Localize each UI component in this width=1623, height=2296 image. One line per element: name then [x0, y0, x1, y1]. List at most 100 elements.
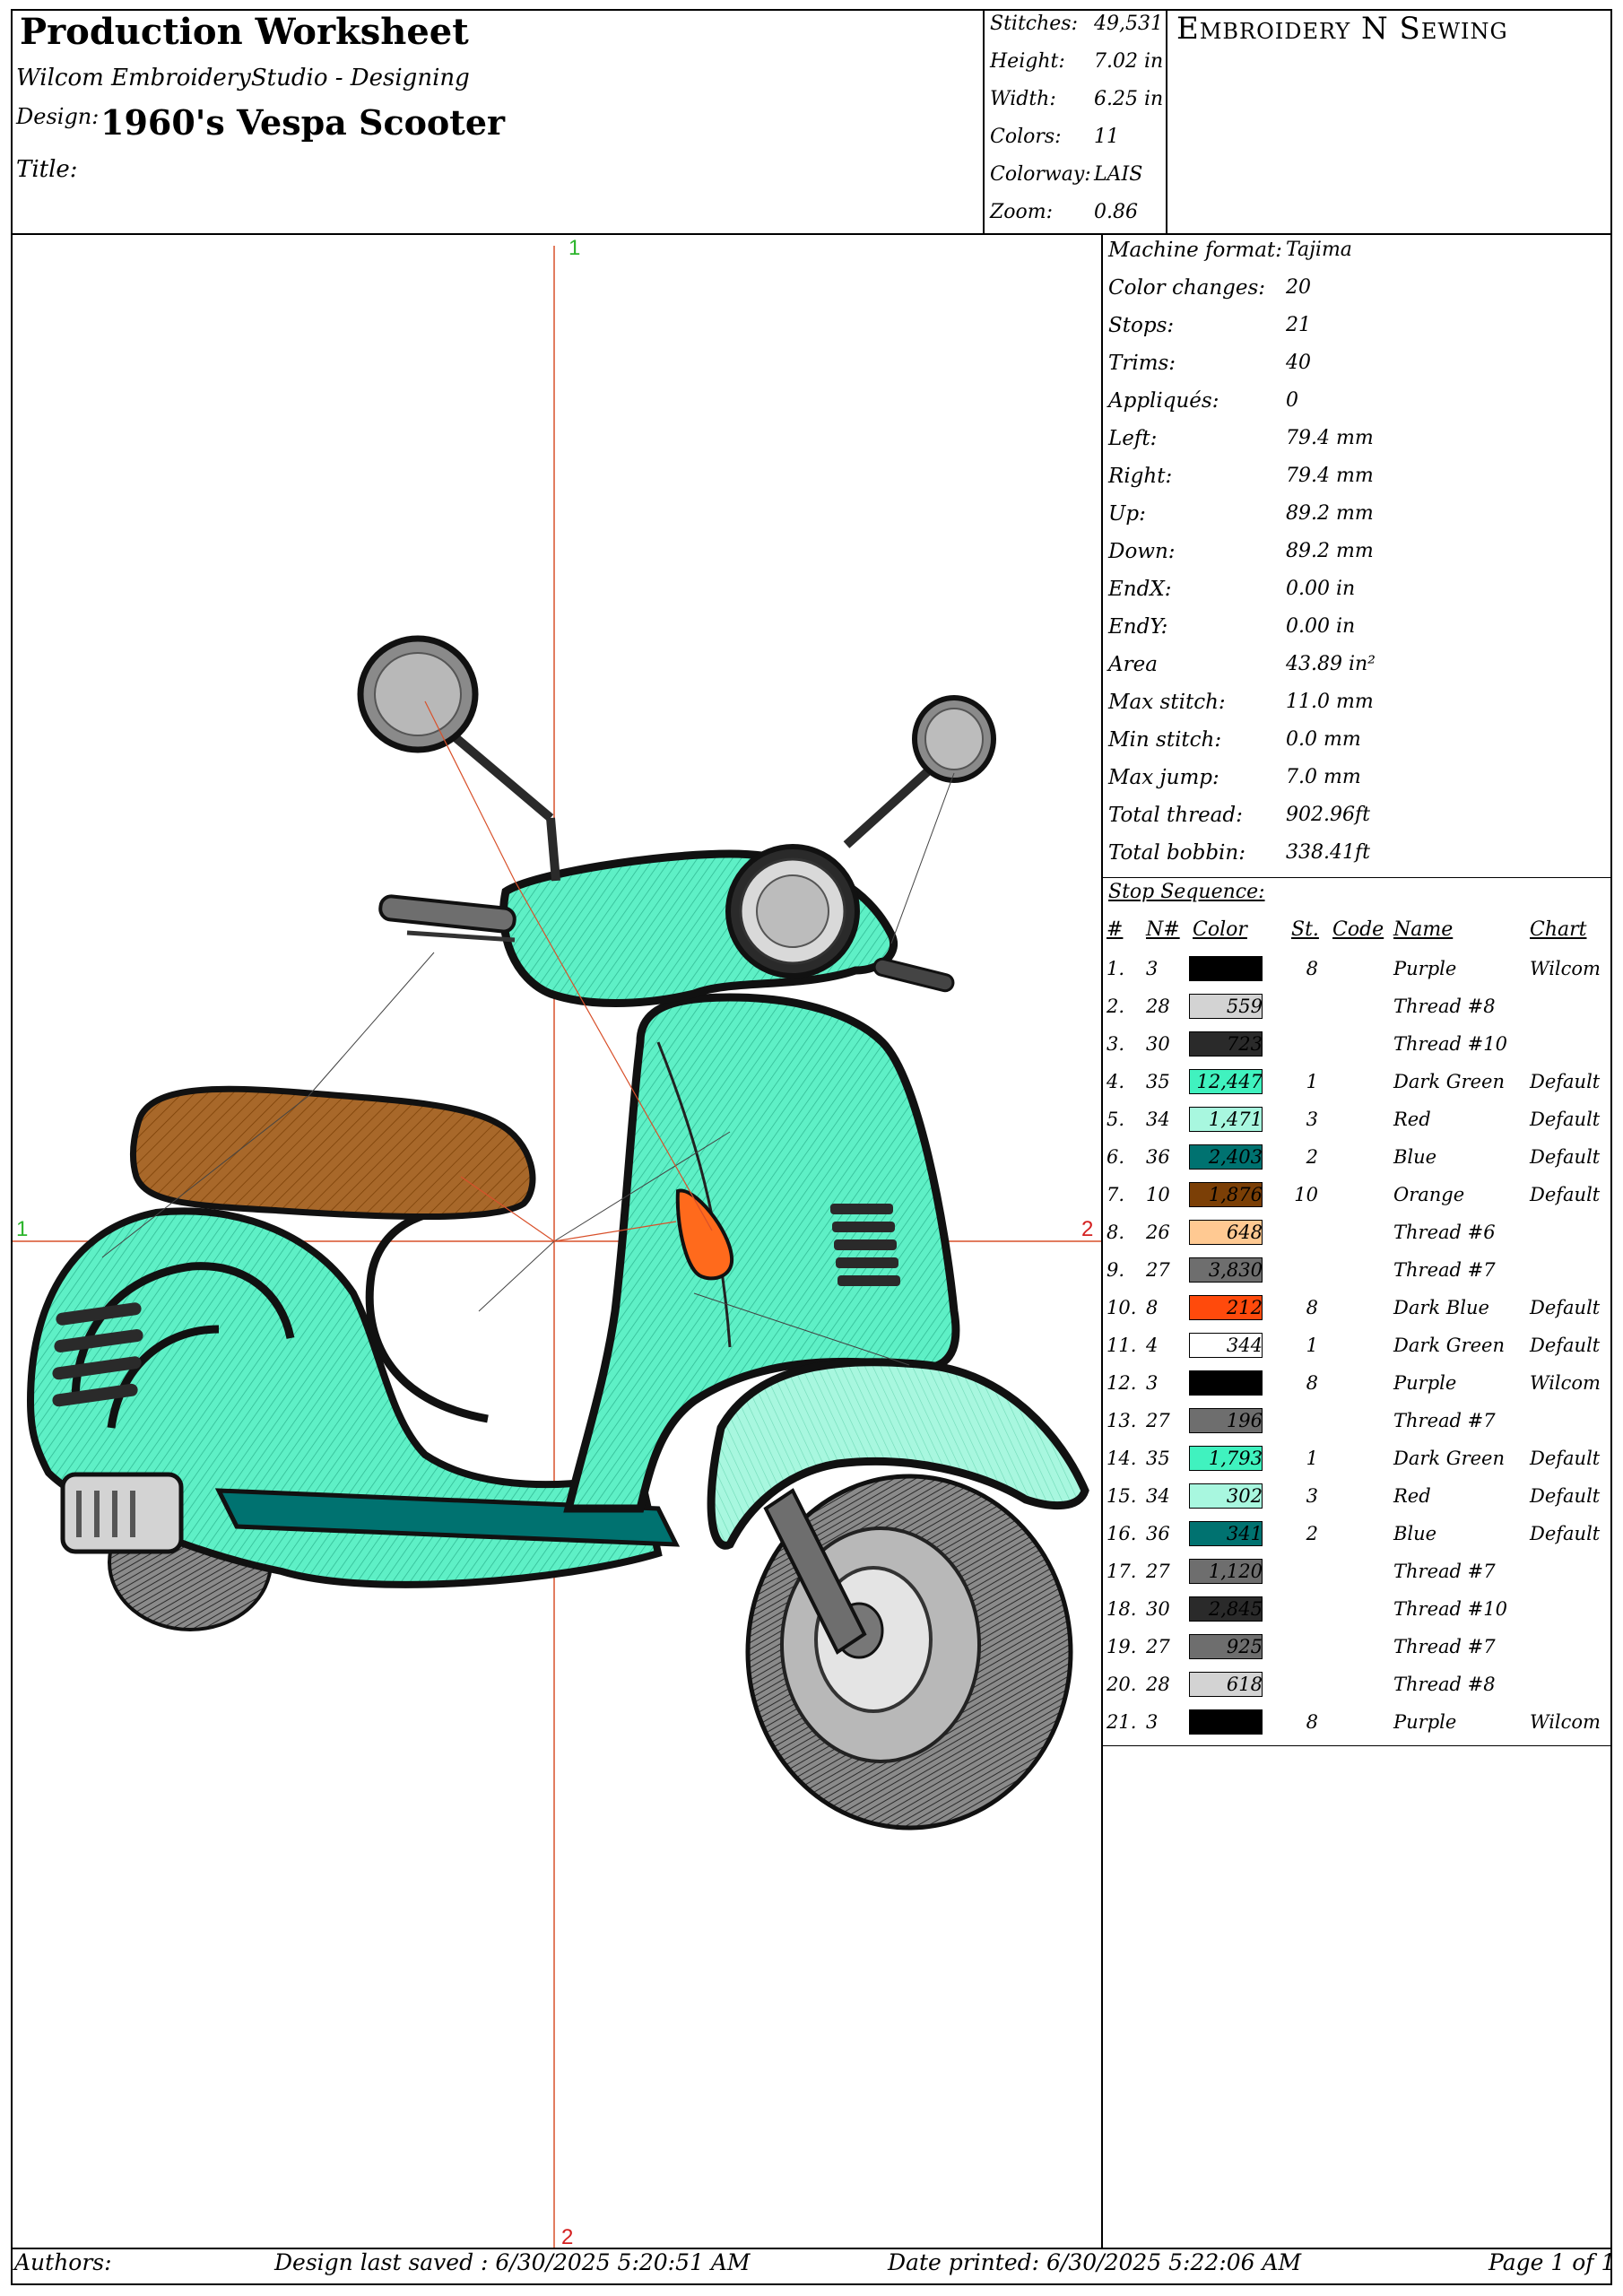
thread-name: Blue [1393, 1523, 1437, 1544]
row-number: 15. [1107, 1485, 1137, 1507]
stitch-count: 11,882 [1196, 1372, 1263, 1394]
stitch-count: 341 [1226, 1523, 1263, 1544]
stitch-count: 212 [1226, 1297, 1263, 1318]
machine-info-label: Max stitch: [1108, 691, 1226, 714]
machine-info-rule [1103, 877, 1612, 878]
stitch-count: 1,793 [1208, 1448, 1263, 1469]
machine-info-label: Max jump: [1108, 766, 1219, 789]
row-number: 5. [1107, 1109, 1125, 1130]
needle-number: 27 [1146, 1636, 1170, 1657]
footer-last-saved: Design last saved : 6/30/2025 5:20:51 AM [274, 2249, 751, 2275]
machine-info-label: Trims: [1108, 352, 1176, 375]
machine-info-label: Color changes: [1108, 276, 1266, 300]
row-number: 3. [1107, 1033, 1125, 1055]
thread-name: Dark Blue [1393, 1297, 1489, 1318]
row-number: 16. [1107, 1523, 1137, 1544]
needle-number: 27 [1146, 1259, 1170, 1281]
needle-number: 27 [1146, 1561, 1170, 1582]
design-name: 1960's Vespa Scooter [100, 102, 506, 143]
row-number: 4. [1107, 1071, 1125, 1092]
stop-sequence-row: 14. 35 1,793 1 Dark Green Default [1103, 1440, 1614, 1476]
needle-number: 34 [1146, 1485, 1170, 1507]
stop-sequence-row: 19. 27 925 Thread #7 [1103, 1629, 1614, 1665]
stat-value: 7.02 in [1094, 50, 1164, 73]
stitch-count: 3,230 [1208, 1711, 1263, 1733]
row-number: 17. [1107, 1561, 1137, 1582]
color-code: 8 [1306, 1297, 1318, 1318]
machine-info-value: 0.00 in [1286, 615, 1356, 638]
needle-number: 3 [1146, 1711, 1159, 1733]
color-code: 8 [1306, 958, 1318, 979]
stitch-count: 1,120 [1208, 1561, 1263, 1582]
stat-label: Zoom: [990, 201, 1054, 223]
stitch-count: 1,876 [1208, 1184, 1263, 1205]
seat [129, 1085, 536, 1221]
title-label: Title: [16, 156, 78, 183]
thread-chart: Default [1530, 1184, 1601, 1205]
stat-label: Colors: [990, 126, 1062, 148]
machine-info-value: Tajima [1286, 239, 1352, 261]
machine-info-value: 79.4 mm [1286, 427, 1374, 449]
color-code: 1 [1306, 1071, 1318, 1092]
stitch-count: 925 [1226, 1636, 1263, 1657]
machine-info-label: Area [1108, 653, 1158, 676]
stitch-count: 1,764 [1208, 958, 1263, 979]
machine-info-label: Appliqués: [1108, 389, 1219, 413]
machine-info-label: Machine format: [1108, 239, 1282, 262]
row-number: 1. [1107, 958, 1125, 979]
machine-info-value: 79.4 mm [1286, 465, 1374, 487]
stop-sequence-row: 4. 35 12,447 1 Dark Green Default [1103, 1064, 1614, 1100]
needle-number: 28 [1146, 996, 1170, 1017]
machine-info-value: 11.0 mm [1286, 691, 1374, 713]
left-mirror-stem-lower [546, 817, 560, 882]
color-code: 2 [1306, 1523, 1318, 1544]
brake-lever [406, 930, 516, 943]
thread-chart: Default [1530, 1335, 1601, 1356]
row-number: 13. [1107, 1410, 1137, 1431]
thread-name: Purple [1393, 958, 1457, 979]
thread-name: Thread #6 [1393, 1222, 1496, 1243]
stat-label: Width: [990, 88, 1056, 110]
machine-info-label: EndX: [1108, 578, 1172, 601]
stat-label: Height: [990, 50, 1065, 73]
row-number: 18. [1107, 1598, 1137, 1620]
stop-sequence-row: 17. 27 1,120 Thread #7 [1103, 1553, 1614, 1589]
stitch-count: 618 [1226, 1674, 1263, 1695]
needle-number: 36 [1146, 1523, 1170, 1544]
stat-value: 6.25 in [1094, 88, 1164, 110]
thread-chart: Default [1530, 1297, 1601, 1318]
thread-name: Thread #7 [1393, 1410, 1496, 1431]
needle-number: 30 [1146, 1598, 1170, 1620]
row-number: 11. [1107, 1335, 1137, 1356]
thread-chart: Wilcom [1530, 958, 1601, 979]
stat-value: LAIS [1094, 163, 1143, 186]
needle-number: 3 [1146, 958, 1159, 979]
machine-info-label: Left: [1108, 427, 1158, 450]
col-header-code: Code [1332, 918, 1384, 941]
row-number: 8. [1107, 1222, 1125, 1243]
stop-sequence-row: 11. 4 344 1 Dark Green Default [1103, 1327, 1614, 1363]
thread-chart: Default [1530, 1485, 1601, 1507]
stat-label: Stitches: [990, 13, 1079, 35]
machine-info-value: 43.89 in² [1286, 653, 1376, 675]
left-grip [378, 894, 516, 934]
thread-name: Thread #8 [1393, 1674, 1496, 1695]
color-code: 1 [1306, 1448, 1318, 1469]
machine-info-label: Up: [1108, 502, 1146, 526]
footer-rule [11, 2248, 1612, 2249]
row-number: 6. [1107, 1146, 1125, 1168]
color-code: 10 [1294, 1184, 1318, 1205]
axis-label-top: 1 [568, 236, 580, 260]
row-number: 10. [1107, 1297, 1137, 1318]
thread-chart: Wilcom [1530, 1711, 1601, 1733]
machine-info-label: Down: [1108, 540, 1176, 563]
footer-page-number: Page 1 of 1 [1488, 2249, 1616, 2275]
software-name: Wilcom EmbroideryStudio - Designing [16, 65, 470, 91]
machine-info-value: 0.0 mm [1286, 728, 1361, 751]
thread-name: Dark Green [1393, 1071, 1505, 1092]
stop-sequence-row: 5. 34 1,471 3 Red Default [1103, 1101, 1614, 1137]
machine-info-label: Total bobbin: [1108, 841, 1245, 865]
color-code: 3 [1306, 1109, 1318, 1130]
thread-chart: Default [1530, 1146, 1601, 1168]
needle-number: 34 [1146, 1109, 1170, 1130]
